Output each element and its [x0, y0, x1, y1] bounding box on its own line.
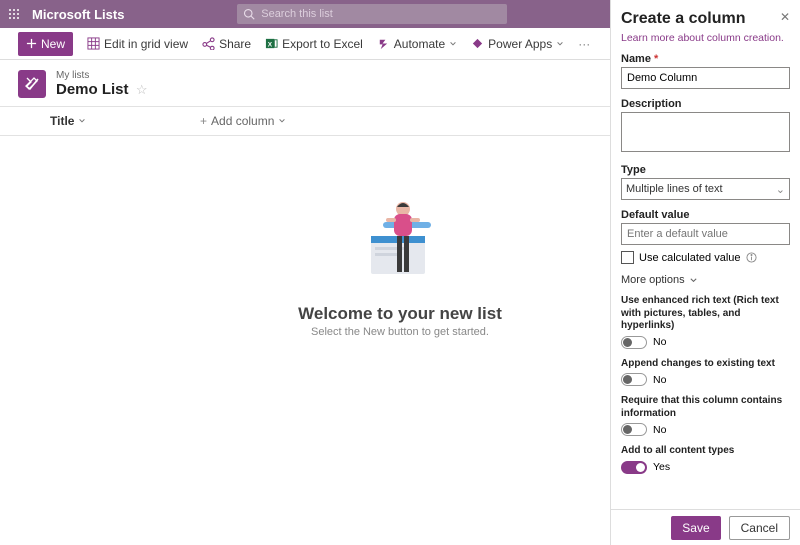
- cancel-button[interactable]: Cancel: [729, 516, 790, 540]
- column-header-title[interactable]: Title: [30, 114, 200, 128]
- edit-grid-label: Edit in grid view: [104, 37, 188, 51]
- name-input[interactable]: [621, 67, 790, 89]
- add-column-button[interactable]: + Add column: [200, 114, 286, 128]
- grid-icon: [87, 37, 100, 50]
- chevron-down-icon: [556, 40, 564, 48]
- list-tile-icon: [18, 70, 46, 98]
- search-input[interactable]: [259, 7, 501, 21]
- edit-grid-button[interactable]: Edit in grid view: [87, 37, 188, 51]
- panel-heading: Create a column: [621, 10, 790, 28]
- share-label: Share: [219, 37, 251, 51]
- search-icon: [243, 8, 255, 20]
- type-select[interactable]: Multiple lines of text ⌄: [621, 178, 790, 200]
- share-button[interactable]: Share: [202, 37, 251, 51]
- type-label: Type: [621, 164, 790, 176]
- add-column-label: Add column: [211, 114, 274, 128]
- more-options-toggle[interactable]: More options: [621, 274, 790, 286]
- addall-state: Yes: [653, 461, 670, 473]
- close-icon[interactable]: ✕: [780, 10, 790, 24]
- append-toggle[interactable]: [621, 373, 647, 386]
- learn-more-link[interactable]: Learn more about column creation.: [621, 32, 784, 44]
- powerapps-label: Power Apps: [488, 37, 552, 51]
- name-label: Name *: [621, 53, 790, 65]
- export-excel-label: Export to Excel: [282, 37, 363, 51]
- chevron-down-icon: [689, 276, 698, 285]
- chevron-down-icon: [78, 117, 86, 125]
- append-label: Append changes to existing text: [621, 358, 790, 371]
- share-icon: [202, 37, 215, 50]
- waffle-icon[interactable]: [0, 8, 28, 20]
- require-toggle[interactable]: [621, 423, 647, 436]
- require-label: Require that this column contains inform…: [621, 395, 790, 420]
- addall-label: Add to all content types: [621, 445, 790, 458]
- require-state: No: [653, 424, 666, 436]
- rich-text-state: No: [653, 336, 666, 348]
- description-label: Description: [621, 98, 790, 110]
- addall-toggle[interactable]: [621, 461, 647, 474]
- more-options-label: More options: [621, 274, 685, 286]
- save-button[interactable]: Save: [671, 516, 720, 540]
- rich-text-toggle[interactable]: [621, 336, 647, 349]
- type-select-value: Multiple lines of text: [626, 183, 723, 195]
- panel-footer: Save Cancel: [611, 509, 800, 545]
- default-value-input[interactable]: [621, 223, 790, 245]
- new-button-label: New: [41, 37, 65, 51]
- plus-icon: +: [200, 114, 207, 128]
- rich-text-label: Use enhanced rich text (Rich text with p…: [621, 295, 790, 333]
- more-commands-button[interactable]: ···: [578, 37, 590, 51]
- create-column-panel: ✕ Create a column Learn more about colum…: [610, 0, 800, 545]
- chevron-down-icon: ⌄: [776, 183, 785, 196]
- plus-icon: [26, 38, 37, 49]
- search-box[interactable]: [237, 4, 507, 24]
- empty-illustration: [353, 196, 447, 290]
- app-name: Microsoft Lists: [32, 7, 124, 22]
- favorite-star-icon[interactable]: ☆: [136, 82, 148, 97]
- calculated-value-checkbox[interactable]: [621, 251, 634, 264]
- new-button[interactable]: New: [18, 32, 73, 56]
- breadcrumb[interactable]: My lists: [56, 70, 148, 81]
- default-value-label: Default value: [621, 209, 790, 221]
- chevron-down-icon: [449, 40, 457, 48]
- excel-icon: X: [265, 37, 278, 50]
- export-excel-button[interactable]: X Export to Excel: [265, 37, 363, 51]
- automate-button[interactable]: Automate: [377, 37, 457, 51]
- svg-text:X: X: [268, 41, 273, 48]
- automate-icon: [377, 37, 390, 50]
- column-header-title-label: Title: [50, 114, 74, 128]
- list-title: Demo List: [56, 81, 129, 98]
- automate-label: Automate: [394, 37, 445, 51]
- info-icon[interactable]: [746, 252, 757, 263]
- calculated-value-label: Use calculated value: [639, 252, 741, 264]
- powerapps-button[interactable]: Power Apps: [471, 37, 564, 51]
- chevron-down-icon: [278, 117, 286, 125]
- append-state: No: [653, 374, 666, 386]
- powerapps-icon: [471, 37, 484, 50]
- description-input[interactable]: [621, 112, 790, 152]
